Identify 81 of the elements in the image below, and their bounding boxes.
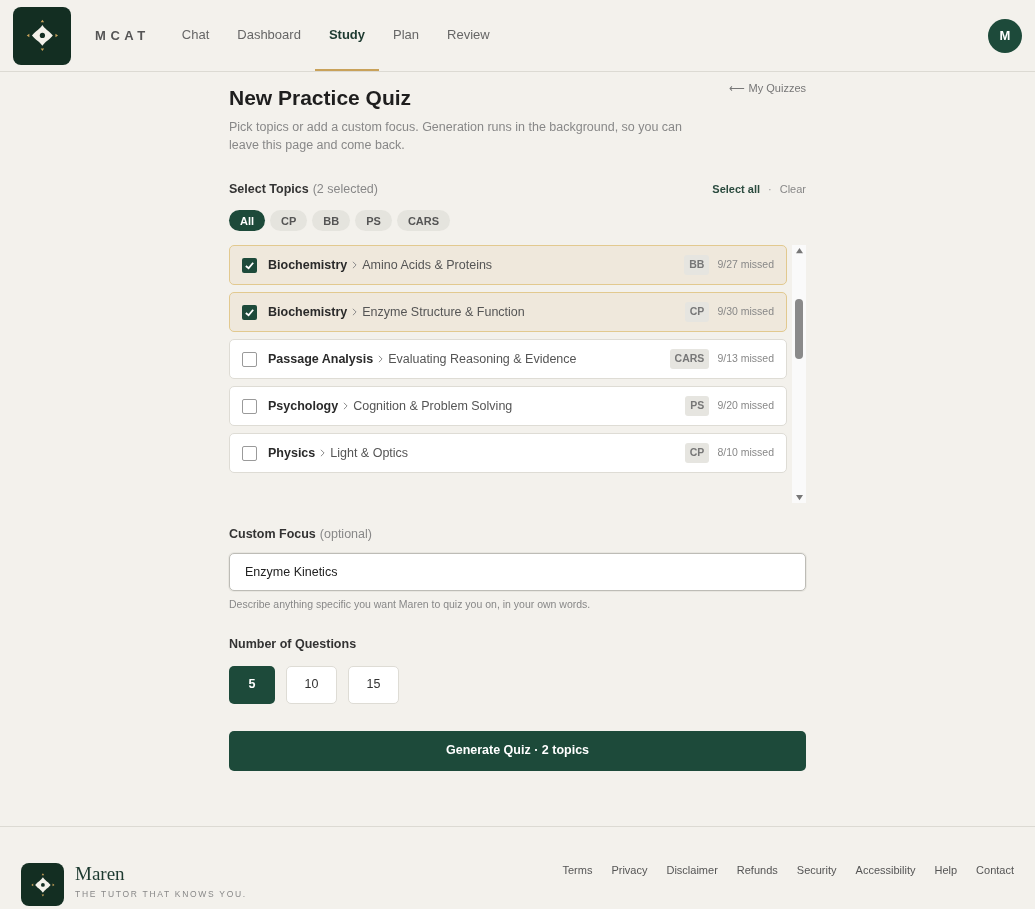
selected-count: (2 selected): [312, 180, 378, 198]
field-label: Custom Focus: [229, 526, 316, 544]
separator-dot: ·: [768, 181, 772, 197]
topic-subject: Passage Analysis: [268, 350, 374, 368]
filter-chip[interactable]: All: [229, 210, 266, 232]
footer-tagline: THE TUTOR THAT KNOWS YOU.: [75, 888, 247, 901]
chevron-icon: [320, 449, 326, 458]
checkmark-icon: [244, 306, 255, 318]
logo-icon: [13, 6, 71, 65]
topic-name: Light & Optics: [330, 444, 409, 462]
footer-link[interactable]: Accessibility: [855, 862, 916, 879]
topic-name: Cognition & Problem Solving: [353, 397, 513, 415]
page-title: New Practice Quiz: [229, 85, 412, 111]
topic-row[interactable]: Psychology Cognition & Problem Solving PS 9/20 missed: [229, 386, 787, 427]
section-tag: PS: [685, 396, 710, 417]
nav-tab[interactable]: Study: [314, 0, 379, 71]
footer-brand: Maren: [75, 863, 126, 885]
field-hint: Describe anything specific you want Maren to quiz you on, in your own words.: [229, 597, 592, 612]
my-quizzes-link[interactable]: ⟵ My Quizzes: [729, 80, 806, 97]
question-count-option[interactable]: 10: [286, 665, 337, 704]
topic-subject: Physics: [268, 444, 316, 462]
section-tag: CP: [684, 302, 710, 323]
filter-chip[interactable]: BB: [312, 210, 351, 232]
topic-subject: Biochemistry: [268, 256, 348, 274]
chevron-icon: [378, 355, 384, 364]
footer-link[interactable]: Terms: [562, 862, 593, 879]
checkbox[interactable]: [242, 304, 257, 320]
chevron-icon: [352, 308, 358, 317]
section-label: Select Topics: [229, 180, 309, 198]
footer-link[interactable]: Contact: [976, 862, 1014, 879]
footer-link[interactable]: Help: [934, 862, 958, 879]
filter-chip[interactable]: CP: [270, 210, 308, 232]
checkbox[interactable]: [242, 257, 257, 273]
field-label: Number of Questions: [229, 635, 358, 653]
nav-tab[interactable]: Review: [433, 0, 504, 71]
brand-name: MCAT: [95, 26, 150, 45]
user-avatar[interactable]: M: [988, 18, 1022, 53]
missed-count: 8/10 missed: [717, 445, 774, 461]
question-count-option[interactable]: 15: [348, 665, 399, 704]
topic-row[interactable]: Physics Light & Optics CP 8/10 missed: [229, 433, 787, 474]
missed-count: 9/13 missed: [717, 351, 774, 367]
section-tag: BB: [684, 255, 710, 276]
scrollbar[interactable]: [792, 245, 806, 504]
nav-tab[interactable]: Chat: [167, 0, 224, 71]
custom-focus-field[interactable]: Enzyme Kinetics: [229, 553, 806, 591]
footer-link[interactable]: Security: [796, 862, 837, 879]
topic-row[interactable]: Passage Analysis Evaluating Reasoning & Evidence CARS 9/13 missed: [229, 339, 787, 380]
footer-link[interactable]: Disclaimer: [666, 862, 718, 879]
optional-label: (optional): [319, 526, 372, 544]
topic-row[interactable]: Biochemistry Amino Acids & Proteins BB 9/27 missed: [229, 245, 787, 286]
topic-name: Evaluating Reasoning & Evidence: [388, 350, 577, 368]
footer-link[interactable]: Refunds: [736, 862, 778, 879]
checkbox[interactable]: [242, 445, 257, 461]
topic-name: Enzyme Structure & Function: [362, 303, 525, 321]
nav-tab[interactable]: Plan: [379, 0, 434, 71]
topic-subject: Psychology: [268, 397, 339, 415]
scroll-down-icon[interactable]: [794, 494, 804, 502]
missed-count: 9/20 missed: [717, 398, 774, 414]
filter-chip[interactable]: PS: [355, 210, 392, 232]
footer-link[interactable]: Privacy: [611, 862, 648, 879]
topic-subject: Biochemistry: [268, 303, 348, 321]
missed-count: 9/30 missed: [717, 304, 774, 320]
chevron-icon: [343, 402, 349, 411]
scroll-up-icon[interactable]: [794, 247, 804, 255]
section-tag: CARS: [669, 349, 710, 370]
topic-name: Amino Acids & Proteins: [362, 256, 493, 274]
checkbox[interactable]: [242, 351, 257, 367]
page-subtitle: Pick topics or add a custom focus. Generation runs in the background, so you can leave this page and come back.: [229, 118, 684, 154]
select-all-link[interactable]: Select all: [712, 180, 761, 198]
question-count-option[interactable]: 5: [229, 665, 275, 704]
nav-tab[interactable]: Dashboard: [223, 0, 315, 71]
checkbox[interactable]: [242, 398, 257, 414]
filter-chip[interactable]: CARS: [396, 210, 451, 232]
logo-icon: [21, 863, 64, 906]
section-tag: CP: [684, 443, 710, 464]
checkmark-icon: [244, 259, 255, 271]
chevron-icon: [352, 261, 358, 270]
scroll-thumb[interactable]: [795, 299, 803, 360]
generate-quiz-button[interactable]: Generate Quiz · 2 topics: [229, 730, 806, 771]
topic-row[interactable]: Biochemistry Enzyme Structure & Function CP 9/30 missed: [229, 292, 787, 333]
missed-count: 9/27 missed: [717, 257, 774, 273]
